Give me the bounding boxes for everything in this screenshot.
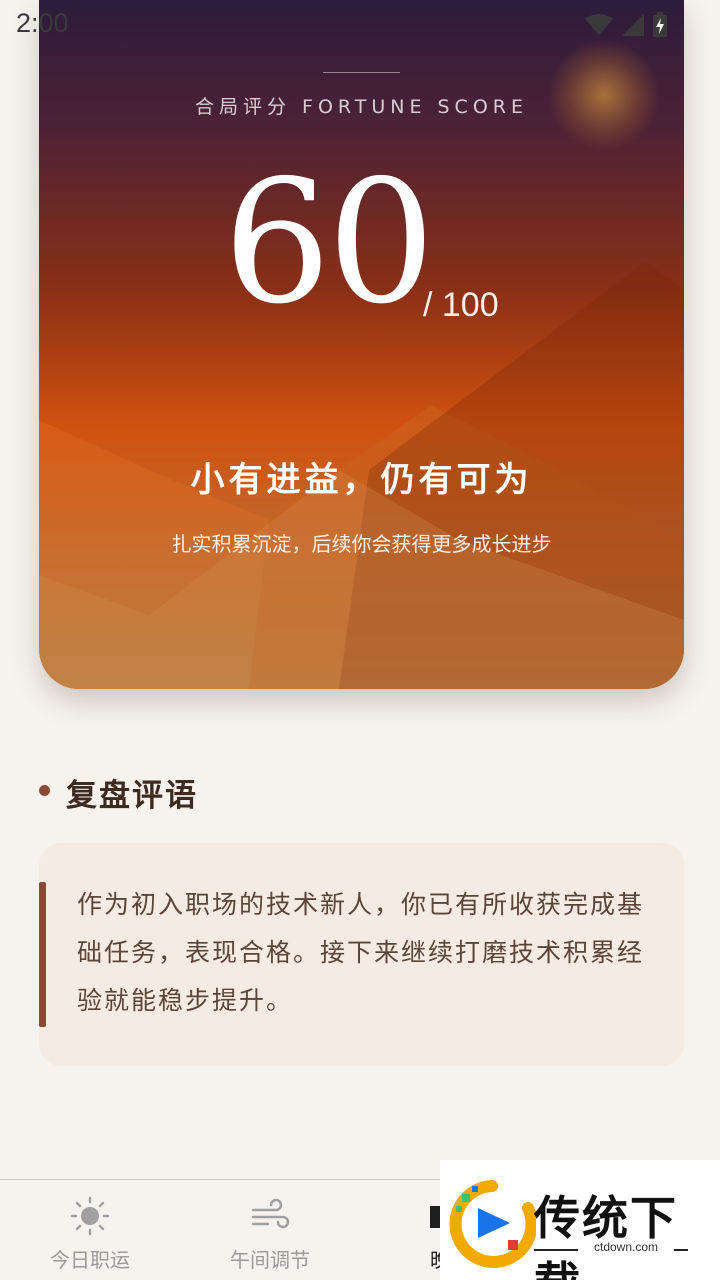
status-time: 2:00 (16, 8, 69, 38)
review-card: 作为初入职场的技术新人，你已有所收获完成基础任务，表现合格。接下来继续打磨技术积… (39, 843, 684, 1066)
watermark-logo-icon (449, 1180, 536, 1268)
score-label: 合局评分 FORTUNE SCORE (194, 96, 528, 118)
watermark-text: 传统下载 (534, 1191, 678, 1280)
fortune-title: 小有进益，仍有可为 (190, 460, 533, 500)
nav-label-today: 今日职运 (50, 1248, 130, 1272)
battery-charging-icon (653, 12, 667, 37)
nav-label-noon: 午间调节 (230, 1248, 310, 1272)
watermark-badge: 传统下载 ctdown.com (440, 1160, 720, 1280)
review-text: 作为初入职场的技术新人，你已有所收获完成基础任务，表现合格。接下来继续打磨技术积… (77, 890, 645, 1015)
score-value: 60 (223, 144, 435, 342)
section-bullet (39, 785, 50, 796)
watermark-line-left (534, 1249, 578, 1251)
review-accent-bar (39, 882, 46, 1027)
wind-icon (251, 1198, 290, 1229)
score-max: / 100 (423, 286, 499, 324)
score-hero-card: 合局评分 FORTUNE SCORE 60 / 100 小有进益，仍有可为 扎实… (39, 0, 684, 689)
watermark-line-right (674, 1249, 688, 1251)
section-title: 复盘评语 (66, 778, 198, 814)
wifi-icon (585, 14, 613, 35)
nav-item-noon[interactable]: 午间调节 (180, 1180, 360, 1280)
status-icons (584, 12, 668, 38)
fortune-subtitle: 扎实积累沉淀，后续你会获得更多成长进步 (171, 532, 552, 556)
cellular-signal-icon (622, 14, 644, 36)
watermark-domain: ctdown.com (593, 1240, 659, 1254)
sun-icon (70, 1196, 110, 1236)
hero-divider (323, 72, 400, 73)
nav-item-today[interactable]: 今日职运 (0, 1180, 180, 1280)
